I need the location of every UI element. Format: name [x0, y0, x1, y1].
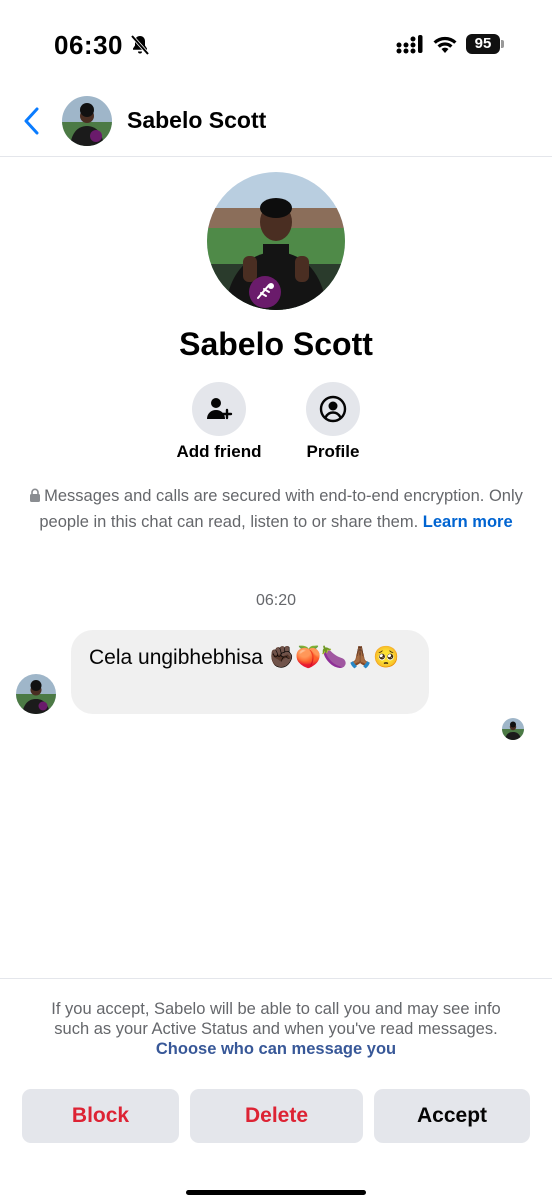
- choose-who-can-message-link[interactable]: Choose who can message you: [156, 1040, 396, 1058]
- battery-tip: [501, 40, 504, 48]
- add-friend-button[interactable]: Add friend: [169, 382, 269, 462]
- status-bar: 06:30 95: [0, 0, 552, 92]
- profile-name: Sabelo Scott: [179, 326, 373, 362]
- add-person-icon: [207, 398, 233, 420]
- profile-label: Profile: [306, 442, 360, 461]
- bell-muted-icon: [130, 34, 150, 56]
- battery-indicator: 95: [466, 34, 500, 54]
- wifi-icon: [433, 36, 457, 53]
- request-notice: If you accept, Sabelo will be able to ca…: [40, 999, 512, 1059]
- lock-icon: [30, 488, 41, 502]
- message-bubble[interactable]: Cela ungibhebhisa ✊🏿🍑🍆🙏🏾🥺: [71, 630, 429, 714]
- view-profile-circle[interactable]: [306, 382, 360, 436]
- back-chevron-icon[interactable]: [20, 106, 44, 136]
- seen-receipt-avatar: [502, 718, 524, 740]
- request-notice-text: If you accept, Sabelo will be able to ca…: [51, 1000, 501, 1038]
- view-profile-button[interactable]: Profile: [283, 382, 383, 462]
- home-indicator: [186, 1190, 366, 1195]
- accept-button[interactable]: Accept: [374, 1089, 530, 1143]
- chat-header: Sabelo Scott: [0, 92, 552, 157]
- profile-avatar[interactable]: [207, 172, 345, 310]
- add-friend-label: Add friend: [176, 442, 262, 461]
- person-circle-icon: [319, 395, 347, 423]
- header-avatar[interactable]: [62, 96, 112, 146]
- block-button[interactable]: Block: [22, 1089, 179, 1143]
- status-time: 06:30: [54, 30, 123, 60]
- sender-avatar[interactable]: [16, 674, 56, 714]
- signal-icon: [396, 35, 423, 54]
- add-friend-circle[interactable]: [192, 382, 246, 436]
- delete-button[interactable]: Delete: [190, 1089, 363, 1143]
- encryption-notice: Messages and calls are secured with end-…: [20, 483, 532, 535]
- header-contact-name[interactable]: Sabelo Scott: [127, 107, 266, 134]
- message-request-panel: If you accept, Sabelo will be able to ca…: [0, 978, 552, 1200]
- learn-more-link[interactable]: Learn more: [423, 513, 513, 531]
- message-timestamp: 06:20: [255, 592, 297, 609]
